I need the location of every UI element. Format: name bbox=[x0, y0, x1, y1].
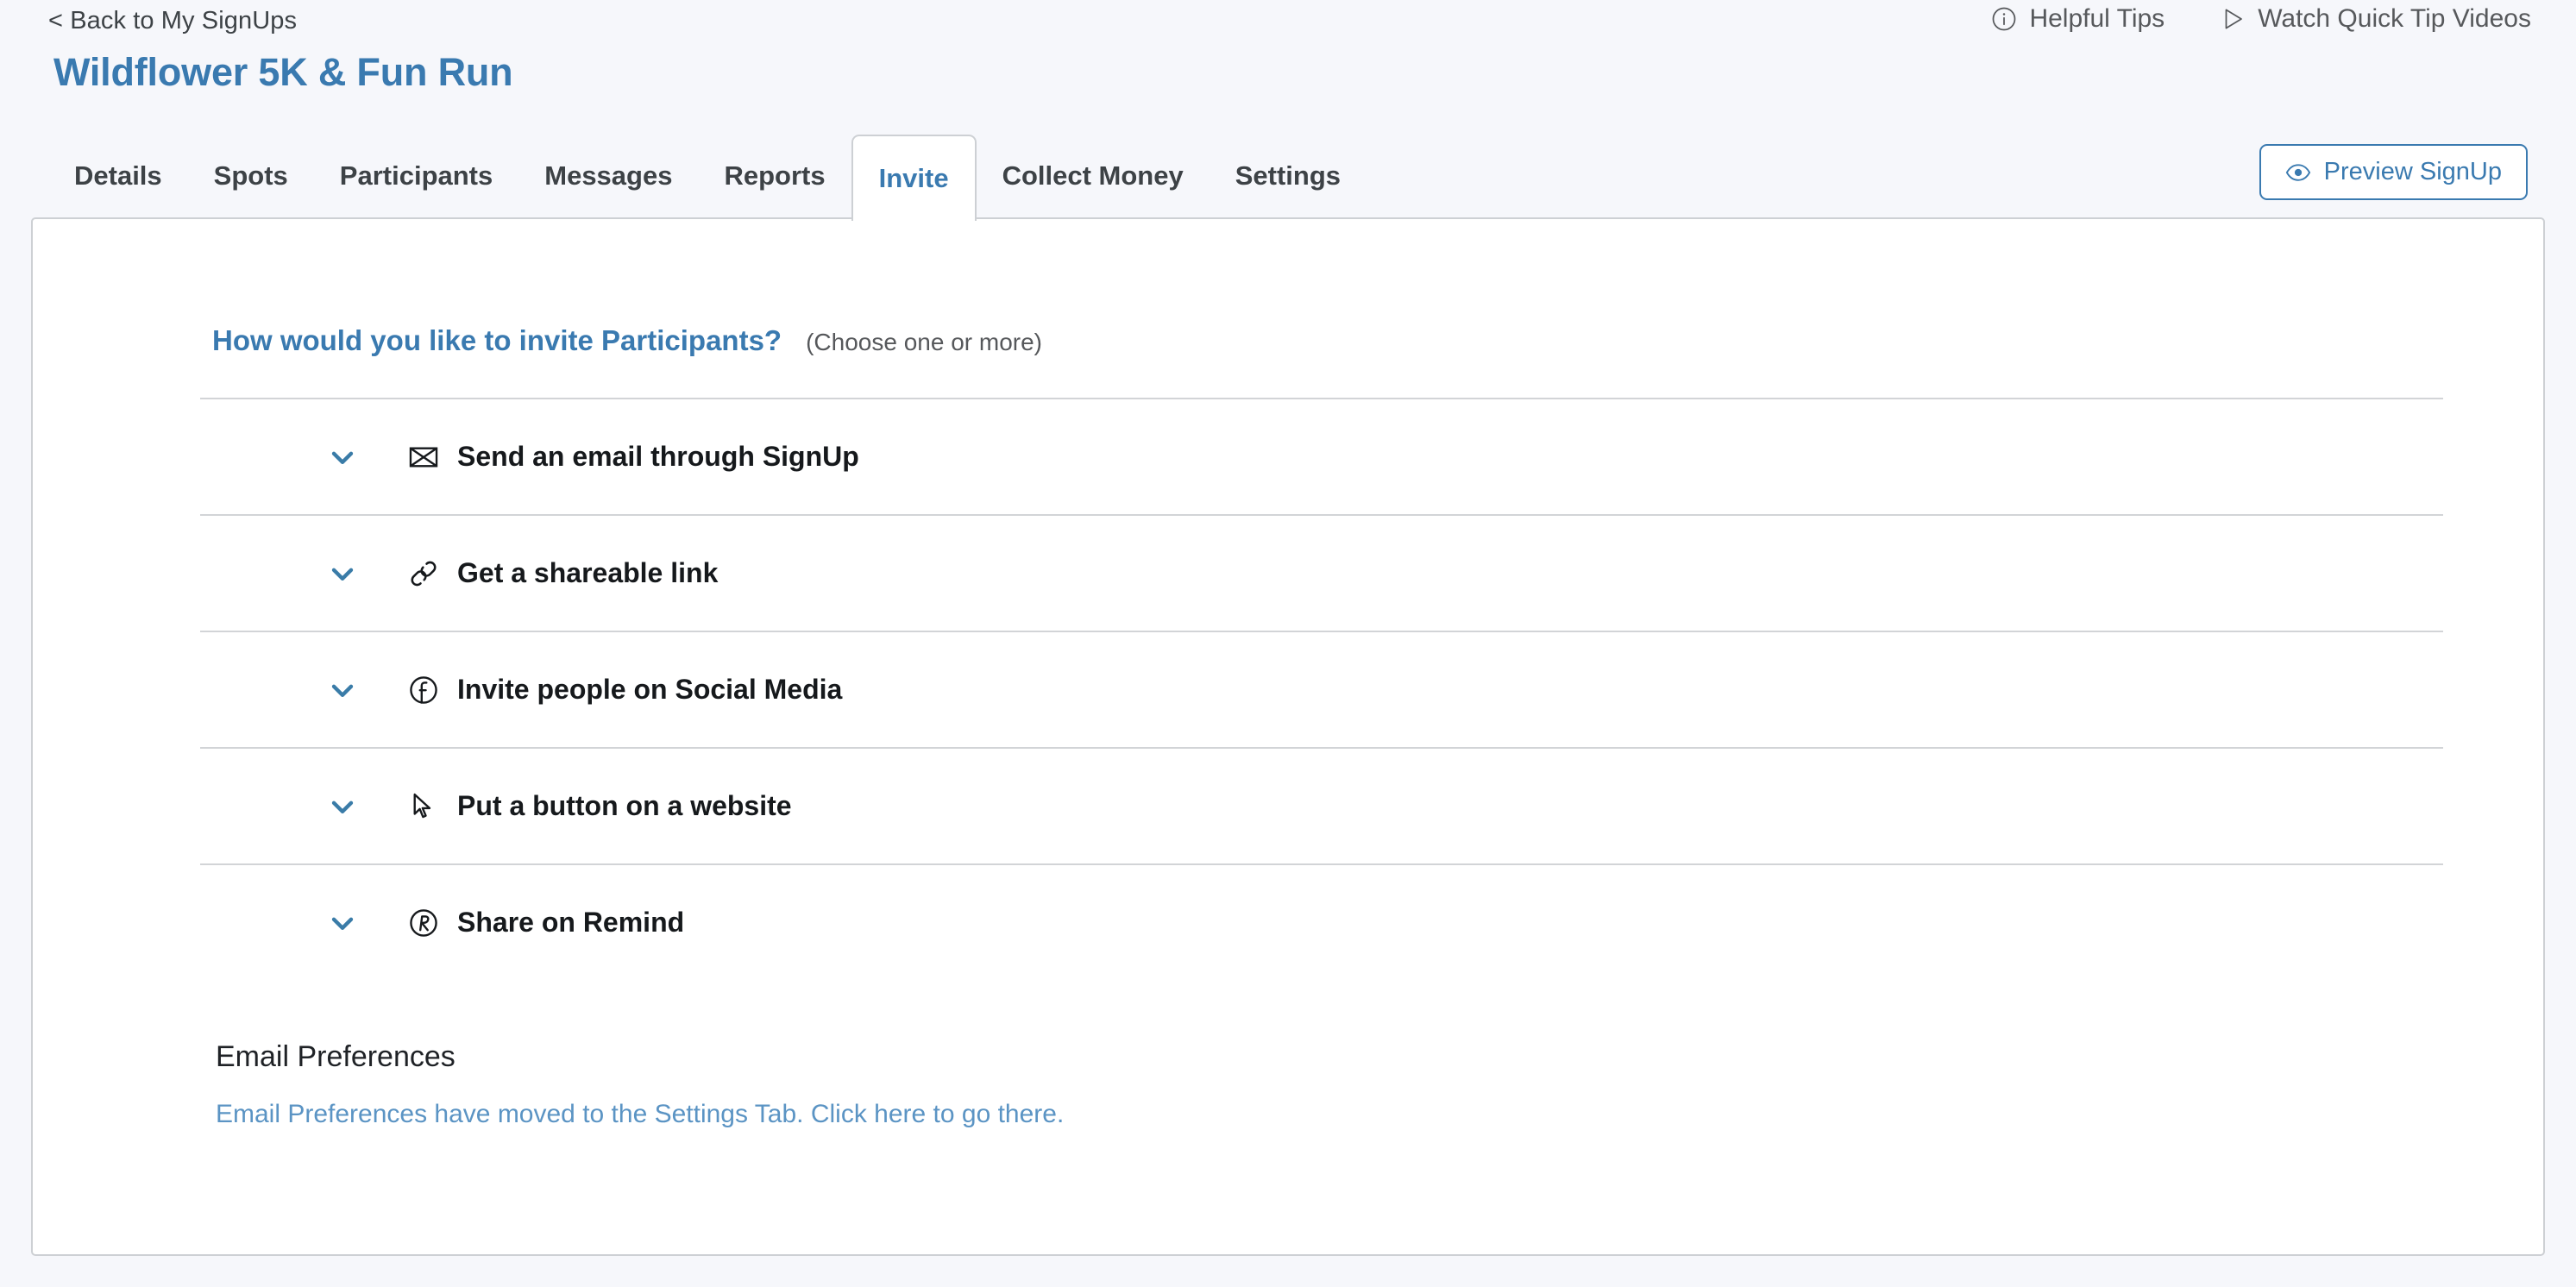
tab-bar: Details Spots Participants Messages Repo… bbox=[0, 131, 2576, 224]
tab-spots[interactable]: Spots bbox=[188, 131, 314, 221]
accordion-item-website-button[interactable]: Put a button on a website bbox=[200, 747, 2443, 863]
accordion-label: Share on Remind bbox=[457, 907, 685, 938]
accordion-label: Invite people on Social Media bbox=[457, 674, 843, 705]
envelope-icon bbox=[404, 441, 443, 474]
email-preferences-title: Email Preferences bbox=[216, 1040, 456, 1073]
page-title: Wildflower 5K & Fun Run bbox=[53, 50, 513, 94]
info-circle-icon bbox=[1991, 6, 2017, 32]
tab-reports[interactable]: Reports bbox=[698, 131, 851, 221]
email-preferences-moved-link[interactable]: Email Preferences have moved to the Sett… bbox=[216, 1100, 1064, 1129]
facebook-circle-icon bbox=[404, 674, 443, 706]
tab-list: Details Spots Participants Messages Repo… bbox=[48, 131, 1367, 224]
watch-quick-tip-videos-link[interactable]: Watch Quick Tip Videos bbox=[2220, 4, 2531, 34]
accordion-label: Put a button on a website bbox=[457, 790, 792, 821]
chevron-down-icon[interactable] bbox=[317, 906, 368, 940]
tab-details[interactable]: Details bbox=[48, 131, 188, 221]
helpful-tips-label: Helpful Tips bbox=[2029, 4, 2165, 33]
page-header: < Back to My SignUps Wildflower 5K & Fun… bbox=[0, 0, 2576, 129]
helpful-tips-link[interactable]: Helpful Tips bbox=[1991, 4, 2164, 34]
invite-question-hint: (Choose one or more) bbox=[806, 329, 1042, 355]
play-triangle-icon bbox=[2220, 6, 2246, 32]
tab-collect-money[interactable]: Collect Money bbox=[977, 131, 1209, 221]
accordion-label: Send an email through SignUp bbox=[457, 441, 859, 472]
tab-invite[interactable]: Invite bbox=[851, 135, 977, 224]
chevron-down-icon[interactable] bbox=[317, 789, 368, 824]
watch-quick-tip-videos-label: Watch Quick Tip Videos bbox=[2258, 4, 2531, 33]
remind-circle-icon bbox=[404, 907, 443, 939]
tab-messages[interactable]: Messages bbox=[518, 131, 698, 221]
accordion-label: Get a shareable link bbox=[457, 557, 719, 588]
accordion-item-send-email[interactable]: Send an email through SignUp bbox=[200, 398, 2443, 514]
preview-signup-label: Preview SignUp bbox=[2323, 158, 2502, 185]
chevron-down-icon[interactable] bbox=[317, 673, 368, 707]
email-preferences-section: Email Preferences Email Preferences have… bbox=[216, 1040, 1064, 1129]
cursor-arrow-icon bbox=[404, 790, 443, 823]
accordion-item-social-media[interactable]: Invite people on Social Media bbox=[200, 631, 2443, 747]
preview-signup-button[interactable]: Preview SignUp bbox=[2259, 144, 2528, 200]
header-utility-links: Helpful Tips Watch Quick Tip Videos bbox=[1991, 4, 2531, 34]
invite-question: How would you like to invite Participant… bbox=[212, 324, 1042, 357]
back-to-my-signups-link[interactable]: < Back to My SignUps bbox=[48, 7, 297, 35]
invite-panel: How would you like to invite Participant… bbox=[31, 217, 2545, 1256]
tab-settings[interactable]: Settings bbox=[1209, 131, 1367, 221]
accordion-item-share-remind[interactable]: Share on Remind bbox=[200, 863, 2443, 980]
accordion-item-shareable-link[interactable]: Get a shareable link bbox=[200, 514, 2443, 631]
chevron-down-icon[interactable] bbox=[317, 556, 368, 591]
eye-icon bbox=[2285, 160, 2311, 185]
tab-participants[interactable]: Participants bbox=[314, 131, 518, 221]
invite-question-title[interactable]: How would you like to invite Participant… bbox=[212, 324, 782, 357]
invite-options-accordion: Send an email through SignUp Get a share… bbox=[200, 398, 2443, 980]
chevron-down-icon[interactable] bbox=[317, 440, 368, 474]
link-icon bbox=[404, 557, 443, 590]
